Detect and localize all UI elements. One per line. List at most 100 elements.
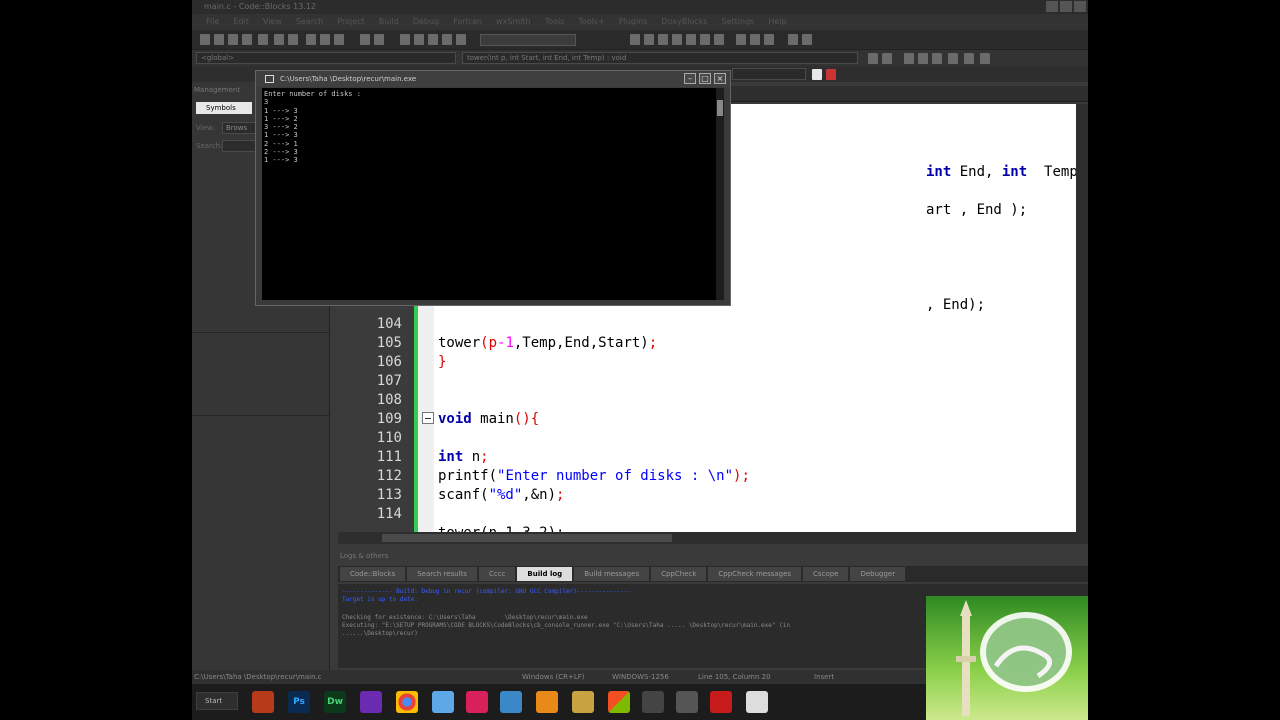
step-out-icon[interactable]	[658, 34, 668, 45]
menu-debug[interactable]: Debug	[413, 14, 439, 30]
undo-icon[interactable]	[274, 34, 284, 45]
jump-back-icon[interactable]	[868, 53, 878, 64]
tab-symbols[interactable]: Symbols	[196, 102, 252, 114]
gear-icon[interactable]	[400, 34, 410, 45]
visual-studio-icon[interactable]	[360, 691, 382, 713]
replace-icon[interactable]	[374, 34, 384, 45]
console-window[interactable]: C:\Users\Taha \Desktop\recur\main.exe – …	[255, 70, 731, 306]
tab-cscope[interactable]: Cscope	[803, 567, 849, 581]
refresh-icon[interactable]	[258, 34, 268, 45]
infinity-app-icon[interactable]	[466, 691, 488, 713]
maximize-icon[interactable]: □	[699, 73, 711, 84]
console-scrollbar[interactable]	[716, 88, 724, 300]
acrobat-icon[interactable]	[710, 691, 732, 713]
tool-app-icon[interactable]	[642, 691, 664, 713]
dreamweaver-icon[interactable]: Dw	[324, 691, 346, 713]
tab-build-messages[interactable]: Build messages	[574, 567, 650, 581]
stop-square-icon[interactable]	[802, 34, 812, 45]
menu-project[interactable]: Project	[337, 14, 364, 30]
blue-flag-icon[interactable]	[788, 34, 798, 45]
prev-bookmark-icon[interactable]	[918, 53, 928, 64]
search-go-icon[interactable]	[812, 69, 822, 80]
virtualbox-icon[interactable]	[500, 691, 522, 713]
console-title-bar[interactable]: C:\Users\Taha \Desktop\recur\main.exe – …	[256, 71, 730, 87]
scrollbar-thumb[interactable]	[717, 100, 723, 116]
find-icon[interactable]	[360, 34, 370, 45]
clear-bookmarks-icon[interactable]	[948, 53, 958, 64]
rebuild-icon[interactable]	[442, 34, 452, 45]
menu-tools[interactable]: Tools	[545, 14, 565, 30]
debug-icon[interactable]	[630, 34, 640, 45]
start-button[interactable]: Start	[196, 692, 238, 710]
function-select[interactable]: tower(int p, int Start, int End, int Tem…	[462, 52, 858, 64]
editor-vertical-scrollbar[interactable]	[1076, 104, 1088, 532]
step-instruction-icon[interactable]	[686, 34, 696, 45]
tab-debugger[interactable]: Debugger	[850, 567, 906, 581]
menu-edit[interactable]: Edit	[233, 14, 249, 30]
minimize-icon[interactable]: –	[684, 73, 696, 84]
copy-icon[interactable]	[320, 34, 330, 45]
app-icon-1[interactable]	[252, 691, 274, 713]
close-icon[interactable]: ×	[714, 73, 726, 84]
jump-forward-icon[interactable]	[882, 53, 892, 64]
menu-file[interactable]: File	[206, 14, 219, 30]
save-icon[interactable]	[228, 34, 238, 45]
window-app-icon[interactable]	[746, 691, 768, 713]
wrench-settings-icon[interactable]	[980, 53, 990, 64]
windows-app-icon[interactable]	[608, 691, 630, 713]
save-all-icon[interactable]	[242, 34, 252, 45]
menu-view[interactable]: View	[263, 14, 282, 30]
doc-icon[interactable]	[964, 53, 974, 64]
fold-toggle-icon[interactable]	[422, 412, 434, 424]
tab-build-log[interactable]: Build log	[517, 567, 573, 581]
scope-select[interactable]: <global>	[196, 52, 456, 64]
maximize-icon[interactable]	[1060, 1, 1072, 12]
break-icon[interactable]	[700, 34, 710, 45]
menu-settings[interactable]: Settings	[722, 14, 755, 30]
chrome-icon[interactable]	[396, 691, 418, 713]
tab-cccc[interactable]: Cccc	[478, 567, 516, 581]
run-icon[interactable]	[414, 34, 424, 45]
build-run-icon[interactable]	[428, 34, 438, 45]
info-icon[interactable]	[750, 34, 760, 45]
menu-fortran[interactable]: Fortran	[453, 14, 482, 30]
next-bookmark-icon[interactable]	[932, 53, 942, 64]
stop-icon[interactable]	[456, 34, 466, 45]
tab-codeblocks-log[interactable]: Code::Blocks	[340, 567, 406, 581]
bookmark-icon[interactable]	[904, 53, 914, 64]
paste-icon[interactable]	[334, 34, 344, 45]
wrench-icon[interactable]	[714, 34, 724, 45]
menu-help[interactable]: Help	[768, 14, 786, 30]
redo-icon[interactable]	[288, 34, 298, 45]
step-into-icon[interactable]	[644, 34, 654, 45]
search-box[interactable]	[732, 68, 806, 80]
photoshop-icon[interactable]: Ps	[288, 691, 310, 713]
code-completion-toolbar: <global> tower(int p, int Start, int End…	[192, 50, 1088, 66]
windows-icon[interactable]	[736, 34, 746, 45]
menu-plugins[interactable]: Plugins	[619, 14, 648, 30]
tab-cppcheck-messages[interactable]: CppCheck messages	[708, 567, 802, 581]
next-line-icon[interactable]	[672, 34, 682, 45]
console-output[interactable]: Enter number of disks : 3 1 ---> 3 1 ---…	[262, 88, 716, 300]
minimize-icon[interactable]	[1046, 1, 1058, 12]
xampp-icon[interactable]	[536, 691, 558, 713]
menu-doxyblocks[interactable]: DoxyBlocks	[661, 14, 707, 30]
stop-debug-icon[interactable]	[764, 34, 774, 45]
disk-app-icon[interactable]	[676, 691, 698, 713]
tab-search-results[interactable]: Search results	[407, 567, 477, 581]
search-clear-icon[interactable]	[826, 69, 836, 80]
cut-icon[interactable]	[306, 34, 316, 45]
menu-tools-plus[interactable]: Tools+	[578, 14, 604, 30]
new-file-icon[interactable]	[200, 34, 210, 45]
menu-search[interactable]: Search	[296, 14, 323, 30]
cube-app-icon[interactable]	[432, 691, 454, 713]
close-icon[interactable]	[1074, 1, 1086, 12]
open-icon[interactable]	[214, 34, 224, 45]
build-target-select[interactable]	[480, 34, 576, 46]
menu-build[interactable]: Build	[379, 14, 399, 30]
paint-app-icon[interactable]	[572, 691, 594, 713]
editor-horizontal-scrollbar[interactable]	[338, 532, 1088, 544]
scrollbar-thumb[interactable]	[382, 534, 672, 542]
menu-wxsmith[interactable]: wxSmith	[496, 14, 531, 30]
tab-cppcheck[interactable]: CppCheck	[651, 567, 707, 581]
